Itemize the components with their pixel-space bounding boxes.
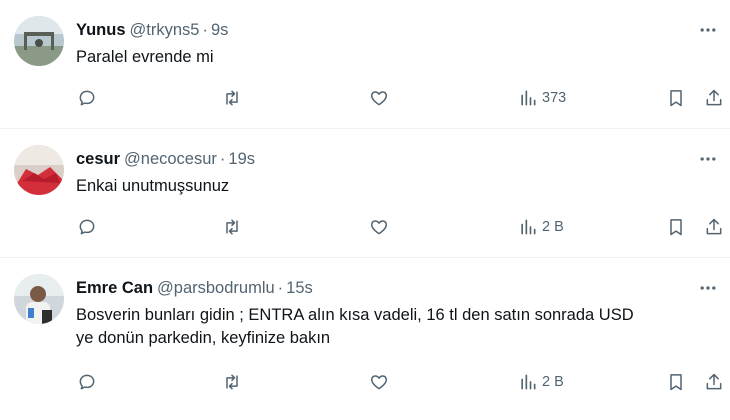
avatar[interactable] <box>14 16 64 66</box>
bookmark-button[interactable] <box>666 217 686 237</box>
more-icon <box>700 28 716 32</box>
bookmark-button[interactable] <box>666 372 686 392</box>
views-button[interactable]: 2 B <box>518 372 564 392</box>
tweet-text: Paralel evrende mi <box>76 46 716 69</box>
user-handle[interactable]: @necocesur <box>124 150 217 168</box>
views-button[interactable]: 373 <box>518 88 566 108</box>
reply-icon <box>79 219 95 235</box>
retweet-icon <box>226 90 238 106</box>
user-handle[interactable]: @parsbodrumlu <box>157 279 275 297</box>
like-button[interactable] <box>369 217 389 237</box>
more-options-button[interactable] <box>694 20 722 40</box>
tweet-header: Emre Can @parsbodrumlu · 15s <box>76 278 313 298</box>
share-icon <box>706 373 722 390</box>
reply-button[interactable] <box>77 217 97 237</box>
reply-icon <box>79 374 95 390</box>
tweet[interactable]: cesur @necocesur · 19s Enkai unutmuşsunuz 2… <box>0 129 730 258</box>
views-icon <box>521 219 536 235</box>
like-button[interactable] <box>369 88 389 108</box>
reply-button[interactable] <box>77 88 97 108</box>
share-button[interactable] <box>704 372 724 392</box>
views-button[interactable]: 2 B <box>518 217 564 237</box>
more-icon <box>700 286 716 290</box>
tweet-header: cesur @necocesur · 19s <box>76 149 255 169</box>
tweet-text-line: ye donün parkedin, keyfinize bakın <box>76 329 331 347</box>
like-button[interactable] <box>369 372 389 392</box>
views-count: 373 <box>542 90 567 106</box>
views-icon <box>521 374 536 390</box>
tweet-text: Bosverin bunları gidin ; ENTRA alın kısa… <box>76 304 716 350</box>
tweet-text-line: Bosverin bunları gidin ; ENTRA alın kısa… <box>76 306 634 324</box>
share-button[interactable] <box>704 88 724 108</box>
bookmark-icon <box>670 374 682 391</box>
retweet-button[interactable] <box>222 217 242 237</box>
share-button[interactable] <box>704 217 724 237</box>
separator-dot: · <box>219 150 226 168</box>
tweet-text-line: Enkai unutmuşsunuz <box>76 177 230 195</box>
views-count: 2 B <box>542 374 564 390</box>
user-name[interactable]: Emre Can <box>76 279 153 297</box>
user-name[interactable]: Yunus <box>76 21 126 39</box>
avatar[interactable] <box>14 145 64 195</box>
like-icon <box>370 375 388 390</box>
tweet-text: Enkai unutmuşsunuz <box>76 175 716 198</box>
views-count: 2 B <box>542 219 564 235</box>
share-icon <box>706 218 722 235</box>
bookmark-button[interactable] <box>666 88 686 108</box>
separator-dot: · <box>202 21 208 39</box>
tweet-text-line: Paralel evrende mi <box>76 48 214 66</box>
like-icon <box>370 91 388 106</box>
reply-button[interactable] <box>77 372 97 392</box>
bookmark-icon <box>670 90 682 107</box>
retweet-button[interactable] <box>222 372 242 392</box>
like-icon <box>370 220 388 235</box>
timestamp[interactable]: 9s <box>211 21 228 39</box>
retweet-icon <box>226 374 238 390</box>
tweet[interactable]: Emre Can @parsbodrumlu · 15s Bosverin bunla… <box>0 258 730 420</box>
more-icon <box>700 157 716 161</box>
timestamp[interactable]: 19s <box>228 150 255 168</box>
reply-icon <box>79 90 95 106</box>
tweet-feed: Yunus @trkyns5 · 9s Paralel evrende mi 373 <box>0 0 730 420</box>
tweet[interactable]: Yunus @trkyns5 · 9s Paralel evrende mi 373 <box>0 0 730 129</box>
timestamp[interactable]: 15s <box>286 279 313 297</box>
views-icon <box>521 90 536 106</box>
retweet-button[interactable] <box>222 88 242 108</box>
more-options-button[interactable] <box>694 149 722 169</box>
separator-dot: · <box>277 279 284 297</box>
more-options-button[interactable] <box>694 278 722 298</box>
user-handle[interactable]: @trkyns5 <box>130 21 200 39</box>
avatar[interactable] <box>14 274 64 324</box>
share-icon <box>706 89 722 106</box>
user-name[interactable]: cesur <box>76 150 120 168</box>
tweet-header: Yunus @trkyns5 · 9s <box>76 20 228 40</box>
bookmark-icon <box>670 219 682 236</box>
retweet-icon <box>226 219 238 235</box>
